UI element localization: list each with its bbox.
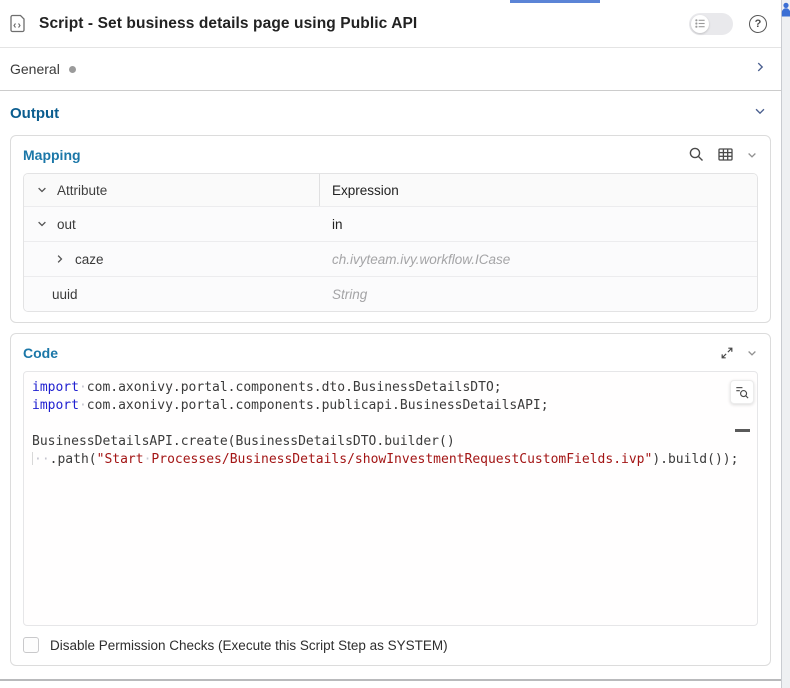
chevron-down-icon xyxy=(753,104,767,123)
code-lines: import·com.axonivy.portal.components.dto… xyxy=(32,379,757,469)
disable-permission-label: Disable Permission Checks (Execute this … xyxy=(50,637,448,653)
code-token: · xyxy=(78,380,87,395)
code-editor[interactable]: import·com.axonivy.portal.components.dto… xyxy=(23,371,758,626)
script-inscription-panel: Script - Set business details page using… xyxy=(0,0,781,681)
code-line[interactable]: import·com.axonivy.portal.components.pub… xyxy=(32,397,757,415)
table-icon[interactable] xyxy=(717,146,734,163)
attribute-header-cell: Attribute xyxy=(24,174,320,206)
table-header-row: Attribute Expression xyxy=(24,174,757,206)
attribute-cell: out xyxy=(24,207,320,241)
code-token: ).build()); xyxy=(652,452,739,467)
mapping-table: Attribute Expression out in caze ch.ivyteam… xyxy=(23,173,758,312)
table-row[interactable]: out in xyxy=(24,206,757,241)
section-output[interactable]: Output xyxy=(0,91,781,135)
overview-ruler-marker xyxy=(735,429,750,432)
help-icon[interactable]: ? xyxy=(749,14,767,33)
mapping-title: Mapping xyxy=(23,146,81,163)
expression-header-cell: Expression xyxy=(320,174,757,206)
description-toggle-icon xyxy=(691,14,709,33)
code-line[interactable]: import·com.axonivy.portal.components.dto… xyxy=(32,379,757,397)
code-token: BusinessDetailsAPI.create(BusinessDetail… xyxy=(32,434,455,449)
canvas-strip xyxy=(781,0,790,688)
page-title: Script - Set business details page using… xyxy=(39,14,418,32)
code-header[interactable]: Code xyxy=(11,334,770,371)
code-token: com.axonivy.portal.components.publicapi.… xyxy=(86,398,549,413)
chevron-down-icon[interactable] xyxy=(746,347,758,359)
column-label: Attribute xyxy=(57,182,108,198)
mapping-card: Mapping Attribute Expression out in caze… xyxy=(10,135,771,323)
attribute-label: caze xyxy=(75,251,104,267)
expression-cell[interactable]: ch.ivyteam.ivy.workflow.ICase xyxy=(320,242,757,276)
code-token xyxy=(32,452,33,465)
script-icon xyxy=(10,14,28,34)
chevron-right-icon xyxy=(753,60,767,79)
code-line[interactable]: ··.path("Start·Processes/BusinessDetails… xyxy=(32,451,757,469)
expression-cell[interactable]: String xyxy=(320,277,757,311)
disable-permission-checkbox[interactable] xyxy=(23,637,39,653)
code-token: Processes/BusinessDetails/showInvestment… xyxy=(151,452,653,467)
expand-icon[interactable] xyxy=(720,346,734,360)
code-line[interactable] xyxy=(32,415,757,433)
window-tab-accent xyxy=(510,0,600,3)
collapse-all-icon[interactable] xyxy=(34,182,50,198)
attribute-cell: uuid xyxy=(24,277,320,311)
output-label: Output xyxy=(10,104,60,122)
section-general[interactable]: General xyxy=(0,48,781,91)
code-token: .path( xyxy=(49,452,97,467)
mapping-header[interactable]: Mapping xyxy=(11,136,770,173)
code-token: · xyxy=(78,398,87,413)
expression-cell[interactable]: in xyxy=(320,207,757,241)
code-token: "Start xyxy=(96,452,144,467)
general-label: General xyxy=(10,61,60,77)
modified-dot-icon xyxy=(68,65,76,73)
user-icon xyxy=(781,2,790,22)
attribute-label: out xyxy=(57,216,76,232)
table-body: out in caze ch.ivyteam.ivy.workflow.ICase uu… xyxy=(24,206,757,311)
expander-expand-icon[interactable] xyxy=(52,251,68,267)
code-token: import xyxy=(32,398,79,413)
expander-collapse-icon[interactable] xyxy=(34,216,50,232)
code-token: import xyxy=(32,380,79,395)
attribute-label: uuid xyxy=(52,286,78,302)
permission-row: Disable Permission Checks (Execute this … xyxy=(11,626,770,665)
code-title: Code xyxy=(23,344,58,361)
table-row[interactable]: caze ch.ivyteam.ivy.workflow.ICase xyxy=(24,241,757,276)
column-label: Expression xyxy=(332,182,399,198)
dialog-header: Script - Set business details page using… xyxy=(0,0,781,48)
chevron-down-icon[interactable] xyxy=(746,149,758,161)
search-icon[interactable] xyxy=(688,146,705,163)
attribute-cell: caze xyxy=(24,242,320,276)
table-row[interactable]: uuid String xyxy=(24,276,757,311)
description-toggle[interactable] xyxy=(689,12,733,35)
code-card: Code import·com.axonivy.portal.component… xyxy=(10,333,771,666)
find-in-code-icon[interactable] xyxy=(730,380,754,404)
code-token: ·· xyxy=(34,452,50,467)
code-line[interactable]: BusinessDetailsAPI.create(BusinessDetail… xyxy=(32,433,757,451)
code-token: com.axonivy.portal.components.dto.Busine… xyxy=(86,380,502,395)
